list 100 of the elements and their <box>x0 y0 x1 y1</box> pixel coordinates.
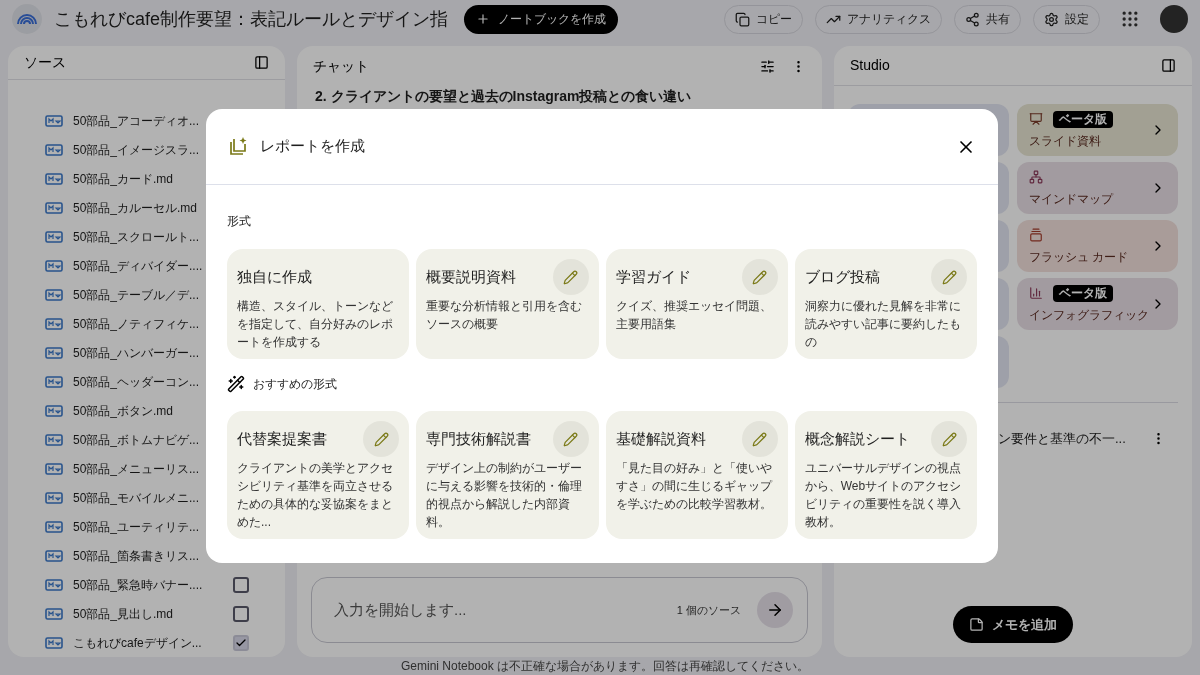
chat-input-field[interactable]: 入力を開始します... 1 個のソース <box>311 577 808 643</box>
edit-button[interactable] <box>931 259 967 295</box>
markdown-file-icon <box>45 288 63 301</box>
format-description: 「見た目の好み」と「使いやすさ」の間に生じるギャップを学ぶための比較学習教材。 <box>615 460 774 513</box>
magic-wand-icon <box>227 375 245 393</box>
format-title: 専門技術解説書 <box>426 428 532 449</box>
format-description: 構造、スタイル、トーンなどを指定して、自分好みのレポートを作成する <box>237 298 394 351</box>
copy-icon <box>735 11 750 27</box>
settings-icon <box>1044 11 1059 27</box>
markdown-file-icon <box>45 636 63 649</box>
format-card[interactable]: 独自に作成 構造、スタイル、トーンなどを指定して、自分好みのレポートを作成する <box>227 249 410 359</box>
format-description: 洞察力に優れた見解を非常に読みやすい記事に要約したもの <box>804 298 962 351</box>
source-count: 1 個のソース <box>676 602 741 618</box>
panel-title: ソース <box>24 53 66 72</box>
format-card[interactable]: ブログ投稿 洞察力に優れた見解を非常に読みやすい記事に要約したもの <box>794 249 977 359</box>
notebook-title[interactable]: こもれびcafe制作要望：表記ルールとデザイン指 <box>54 5 449 33</box>
pencil-icon <box>563 269 578 285</box>
format-description: クイズ、推奨エッセイ問題、主要用語集 <box>615 298 773 333</box>
format-title: 概要説明資料 <box>426 266 517 287</box>
markdown-file-icon <box>45 578 63 591</box>
markdown-file-icon <box>45 462 63 475</box>
markdown-file-icon <box>45 346 63 359</box>
pencil-icon <box>752 269 768 285</box>
markdown-file-icon <box>45 317 63 330</box>
mindmap-icon <box>1029 170 1043 184</box>
format-title: 基礎解説資料 <box>615 428 706 449</box>
source-name[interactable]: こもれびcafeデザイン... <box>73 633 233 652</box>
markdown-file-icon <box>45 404 63 417</box>
tile-label: スライド資料 <box>1029 133 1102 150</box>
markdown-file-icon <box>45 491 63 504</box>
panel-toggle-icon[interactable] <box>1161 58 1176 73</box>
format-title: 代替案提案書 <box>237 428 327 449</box>
source-checkbox[interactable] <box>233 576 249 593</box>
report-sparkle-icon <box>228 136 248 157</box>
source-checkbox[interactable] <box>233 605 249 622</box>
note-title[interactable]: ン要件と基準の不一... <box>998 429 1135 449</box>
edit-button[interactable] <box>552 259 589 295</box>
pencil-icon <box>941 269 957 285</box>
avatar[interactable] <box>1160 5 1188 33</box>
markdown-file-icon <box>45 607 63 620</box>
format-card[interactable]: 専門技術解説書 デザイン上の制約がユーザーに与える影響を技術的・倫理的視点から解説した内部資料。 <box>416 411 599 539</box>
format-card[interactable]: 概念解説シート ユニバーサルデザインの視点から、Webサイトのアクセシビリティの重要性を説く導入教材。 <box>794 411 977 539</box>
send-button[interactable] <box>757 592 793 628</box>
apps-icon[interactable] <box>1120 9 1140 29</box>
edit-button[interactable] <box>741 421 778 457</box>
tune-icon[interactable] <box>760 58 775 74</box>
markdown-file-icon <box>45 172 63 185</box>
format-description: 重要な分析情報と引用を含むソースの概要 <box>426 298 584 333</box>
edit-button[interactable] <box>363 421 400 457</box>
format-description: クライアントの美学とアクセシビリティ基準を両立させるための具体的な妥協案をまとめた... <box>237 460 394 531</box>
cards-icon <box>1029 228 1043 242</box>
input-placeholder: 入力を開始します... <box>334 599 468 620</box>
format-card[interactable]: 代替案提案書 クライアントの美学とアクセシビリティ基準を両立させるための具体的な妥協案をまとめた... <box>227 411 410 539</box>
note-icon <box>969 617 984 632</box>
edit-button[interactable] <box>552 421 589 457</box>
section-label: 形式 <box>227 214 251 228</box>
markdown-file-icon <box>45 433 63 446</box>
studio-tile[interactable]: マインドマップ <box>1017 162 1178 214</box>
share-icon <box>965 11 980 27</box>
format-description: デザイン上の制約がユーザーに与える影響を技術的・倫理的視点から解説した内部資料。 <box>426 460 584 531</box>
panel-toggle-icon[interactable] <box>254 55 269 70</box>
slides-icon <box>1029 112 1043 126</box>
panel-title: Studio <box>850 56 890 75</box>
section-label: おすすめの形式 <box>253 376 337 393</box>
edit-button[interactable] <box>931 421 967 457</box>
format-card[interactable]: 学習ガイド クイズ、推奨エッセイ問題、主要用語集 <box>605 249 788 359</box>
add-note-button[interactable]: メモを追加 <box>953 606 1073 643</box>
disclaimer: Gemini Notebook は不正確な場合があります。回答は再確認してください。 <box>399 658 810 675</box>
markdown-file-icon <box>45 375 63 388</box>
format-title: 独自に作成 <box>237 266 312 287</box>
format-card[interactable]: 概要説明資料 重要な分析情報と引用を含むソースの概要 <box>416 249 599 359</box>
markdown-file-icon <box>45 230 63 243</box>
panel-title: チャット <box>313 56 369 76</box>
markdown-file-icon <box>45 201 63 214</box>
markdown-file-icon <box>45 520 63 533</box>
markdown-file-icon <box>45 549 63 562</box>
create-notebook-button[interactable]: ノートブックを作成 <box>464 4 619 34</box>
source-name[interactable]: 50部品_見出し.md <box>73 604 233 623</box>
studio-tile[interactable]: ベータ版 インフォグラフィック <box>1017 278 1178 330</box>
pencil-icon <box>941 431 957 447</box>
source-name[interactable]: 50部品_緊急時バナー.... <box>73 575 233 594</box>
edit-button[interactable] <box>741 259 778 295</box>
pencil-icon <box>752 431 768 447</box>
studio-tile[interactable]: フラッシュ カード <box>1017 220 1178 272</box>
format-description: ユニバーサルデザインの視点から、Webサイトのアクセシビリティの重要性を説く導入教材。 <box>804 460 963 531</box>
dialog-title: レポートを作成 <box>260 136 366 157</box>
plus-icon <box>476 12 491 26</box>
logo-icon <box>12 4 42 34</box>
format-title: 学習ガイド <box>615 266 691 287</box>
beta-badge: ベータ版 <box>1053 110 1113 128</box>
format-title: 概念解説シート <box>804 428 910 449</box>
arrow-icon <box>766 601 784 619</box>
markdown-file-icon <box>45 143 63 156</box>
chart-icon <box>1029 286 1043 300</box>
tile-label: マインドマップ <box>1029 191 1115 208</box>
pencil-icon <box>563 431 578 447</box>
chat-heading: 2. クライアントの要望と過去のInstagram投稿との食い違い <box>314 87 693 106</box>
tile-label: フラッシュ カード <box>1029 249 1130 266</box>
studio-tile[interactable]: ベータ版 スライド資料 <box>1017 104 1178 156</box>
format-card[interactable]: 基礎解説資料 「見た目の好み」と「使いやすさ」の間に生じるギャップを学ぶための比較学習教材。 <box>605 411 788 539</box>
